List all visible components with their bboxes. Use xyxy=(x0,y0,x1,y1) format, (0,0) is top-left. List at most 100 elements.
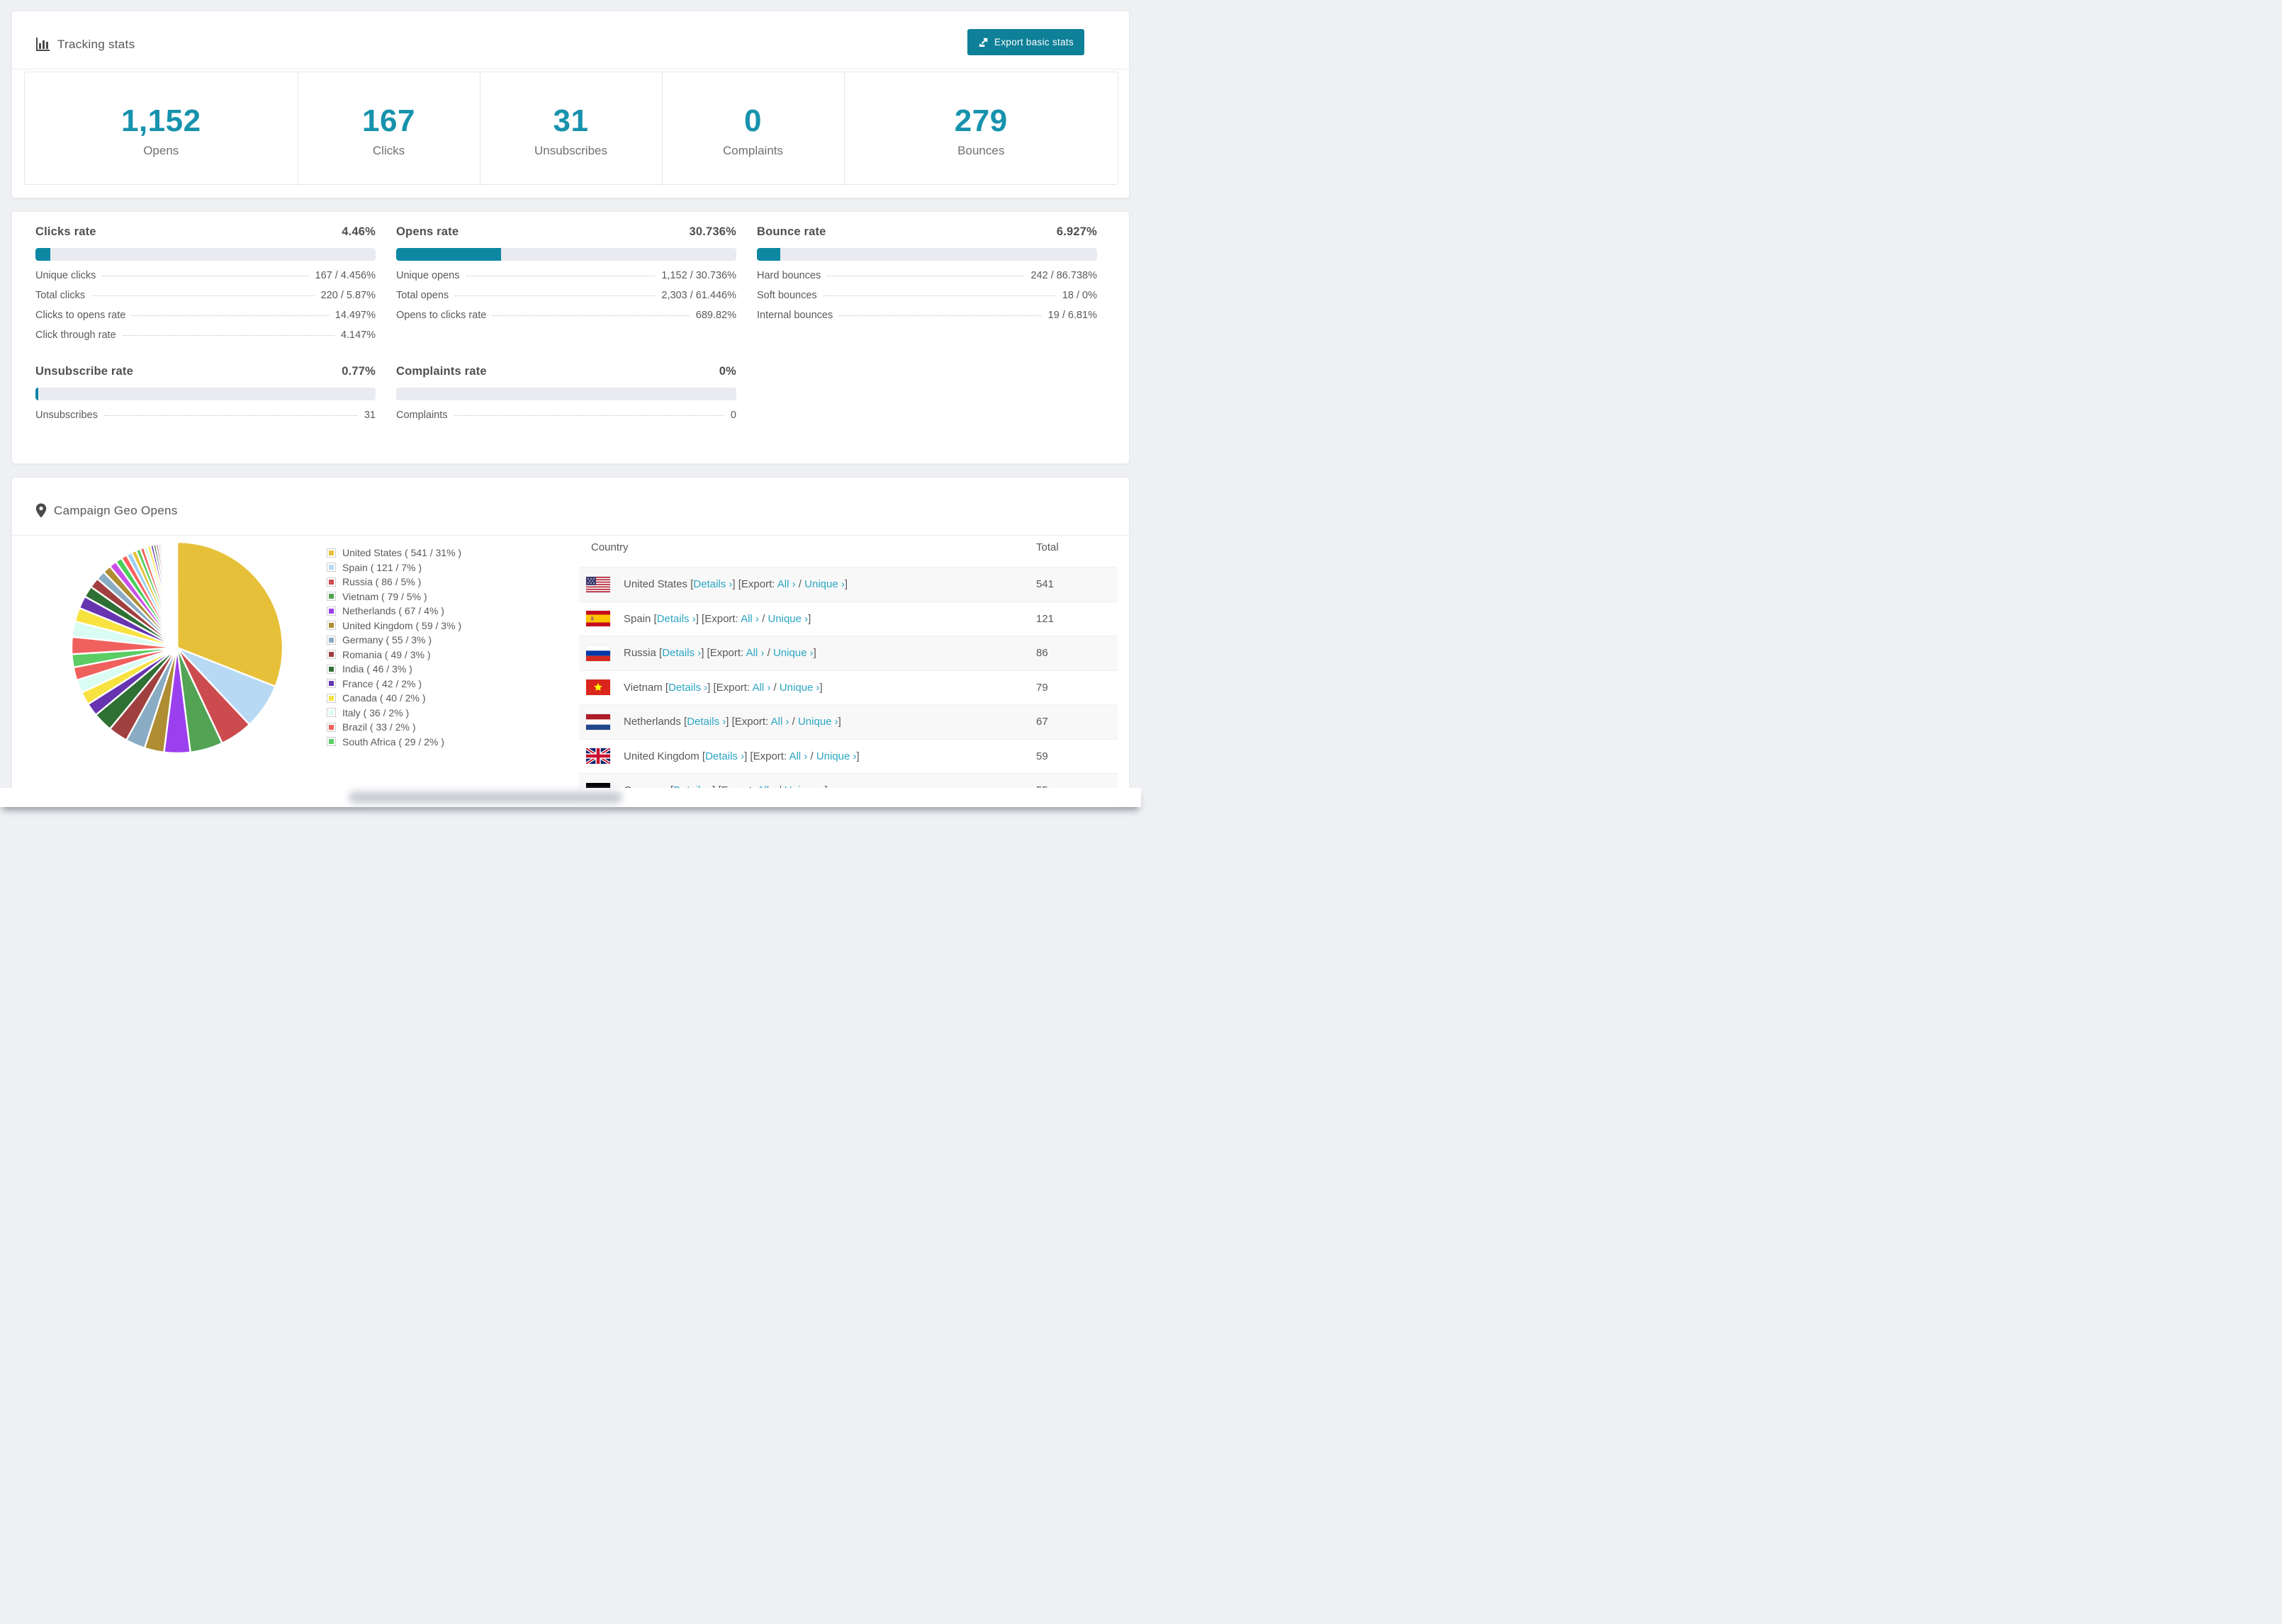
legend-swatch xyxy=(327,679,336,689)
export-unique-link[interactable]: Unique › xyxy=(804,578,845,590)
legend-label: Spain ( 121 / 7% ) xyxy=(342,561,422,573)
legend-item[interactable]: Germany ( 55 / 3% ) xyxy=(327,633,461,648)
rates-grid: Clicks rate 4.46% Unique clicks 167 / 4.456… xyxy=(35,225,1097,429)
rate-block-bounce-rate: Bounce rate 6.927% Hard bounces 242 / 86.73… xyxy=(757,225,1097,349)
legend-item[interactable]: Netherlands ( 67 / 4% ) xyxy=(327,604,461,619)
export-icon xyxy=(979,38,988,47)
detail-value: 14.497% xyxy=(335,310,376,321)
rate-value: 4.46% xyxy=(342,225,376,238)
geo-country-table: Country Total United States [Details ›] [… xyxy=(579,527,1118,808)
rate-block-complaints-rate: Complaints rate 0% Complaints 0 xyxy=(396,365,736,429)
legend-item[interactable]: United States ( 541 / 31% ) xyxy=(327,546,461,560)
legend-item[interactable]: Italy ( 36 / 2% ) xyxy=(327,706,461,721)
rate-detail-row: Unsubscribes 31 xyxy=(35,410,376,429)
detail-value: 167 / 4.456% xyxy=(315,270,376,281)
detail-label: Total clicks xyxy=(35,290,86,301)
flag-icon-es xyxy=(586,611,610,627)
legend-item[interactable]: India ( 46 / 3% ) xyxy=(327,662,461,677)
detail-label: Soft bounces xyxy=(757,290,817,301)
country-cell: United States [Details ›] [Export: All ›… xyxy=(624,578,848,591)
rate-progress-bar xyxy=(396,248,736,261)
rate-value: 0% xyxy=(719,365,736,378)
dotted-leader xyxy=(454,415,724,416)
rate-progress-fill xyxy=(35,248,51,261)
export-all-link[interactable]: All › xyxy=(771,716,789,728)
horizontal-scrollbar-thumb[interactable] xyxy=(349,791,622,803)
details-link[interactable]: Details › xyxy=(687,716,726,728)
dotted-leader xyxy=(91,295,315,296)
dotted-leader xyxy=(455,295,656,296)
rate-detail-row: Clicks to opens rate 14.497% xyxy=(35,310,376,329)
stat-value: 0 xyxy=(744,103,762,138)
export-unique-link[interactable]: Unique › xyxy=(768,613,808,625)
rate-title: Opens rate xyxy=(396,225,459,238)
legend-item[interactable]: Brazil ( 33 / 2% ) xyxy=(327,720,461,735)
rate-progress-fill xyxy=(35,388,38,400)
flag-icon-gb xyxy=(586,748,610,765)
table-row-vn: Vietnam [Details ›] [Export: All › / Uni… xyxy=(579,670,1118,705)
tracking-stats-title: Tracking stats xyxy=(35,37,135,52)
table-row-es: Spain [Details ›] [Export: All › / Uniqu… xyxy=(579,601,1118,636)
export-basic-stats-button[interactable]: Export basic stats xyxy=(967,29,1084,55)
detail-value: 2,303 / 61.446% xyxy=(661,290,736,301)
details-link[interactable]: Details › xyxy=(668,682,707,694)
legend-label: Vietnam ( 79 / 5% ) xyxy=(342,590,427,602)
country-cell: United Kingdom [Details ›] [Export: All … xyxy=(624,750,860,762)
detail-label: Clicks to opens rate xyxy=(35,310,126,321)
country-cell: Spain [Details ›] [Export: All › / Uniqu… xyxy=(624,612,811,625)
country-cell: Vietnam [Details ›] [Export: All › / Uni… xyxy=(624,681,823,694)
export-all-link[interactable]: All › xyxy=(789,750,807,762)
rate-title: Clicks rate xyxy=(35,225,96,238)
stat-value: 1,152 xyxy=(120,103,201,138)
export-unique-link[interactable]: Unique › xyxy=(816,750,857,762)
rate-value: 6.927% xyxy=(1056,225,1097,238)
legend-item[interactable]: United Kingdom ( 59 / 3% ) xyxy=(327,619,461,633)
rate-title: Bounce rate xyxy=(757,225,826,238)
detail-label: Hard bounces xyxy=(757,270,821,281)
table-row-nl: Netherlands [Details ›] [Export: All › /… xyxy=(579,704,1118,739)
dotted-leader xyxy=(493,315,690,316)
legend-item[interactable]: France ( 42 / 2% ) xyxy=(327,677,461,692)
details-link[interactable]: Details › xyxy=(662,647,701,659)
rate-detail-row: Unique clicks 167 / 4.456% xyxy=(35,270,376,290)
stat-box-clicks: 167 Clicks xyxy=(298,72,480,184)
legend-item[interactable]: Vietnam ( 79 / 5% ) xyxy=(327,590,461,604)
detail-value: 689.82% xyxy=(695,310,736,321)
legend-swatch xyxy=(327,592,336,602)
dotted-leader xyxy=(823,295,1056,296)
stat-label: Opens xyxy=(143,143,179,157)
export-all-link[interactable]: All › xyxy=(752,682,770,694)
export-unique-link[interactable]: Unique › xyxy=(780,682,820,694)
rate-progress-fill xyxy=(757,248,781,261)
export-unique-link[interactable]: Unique › xyxy=(773,647,814,659)
legend-swatch xyxy=(327,621,336,631)
map-pin-icon xyxy=(35,503,47,518)
bar-chart-icon xyxy=(36,38,50,51)
legend-label: United Kingdom ( 59 / 3% ) xyxy=(342,619,462,631)
rate-detail-row: Hard bounces 242 / 86.738% xyxy=(757,270,1097,290)
export-unique-link[interactable]: Unique › xyxy=(798,716,838,728)
rate-progress-fill xyxy=(396,248,501,261)
export-all-link[interactable]: All › xyxy=(741,613,759,625)
export-all-link[interactable]: All › xyxy=(746,647,765,659)
legend-swatch xyxy=(327,635,336,645)
legend-item[interactable]: Spain ( 121 / 7% ) xyxy=(327,560,461,575)
geo-table-header: Country Total xyxy=(579,527,1118,567)
legend-label: Brazil ( 33 / 2% ) xyxy=(342,721,416,733)
stat-box-opens: 1,152 Opens xyxy=(25,72,298,184)
export-all-link[interactable]: All › xyxy=(777,578,796,590)
dotted-leader xyxy=(132,315,329,316)
legend-item[interactable]: Romania ( 49 / 3% ) xyxy=(327,648,461,662)
table-row-ru: Russia [Details ›] [Export: All › / Uniq… xyxy=(579,636,1118,670)
details-link[interactable]: Details › xyxy=(657,613,696,625)
legend-swatch xyxy=(327,693,336,703)
rate-progress-bar xyxy=(35,248,376,261)
rate-detail-row: Soft bounces 18 / 0% xyxy=(757,290,1097,310)
details-link[interactable]: Details › xyxy=(693,578,732,590)
legend-item[interactable]: Russia ( 86 / 5% ) xyxy=(327,575,461,590)
details-link[interactable]: Details › xyxy=(705,750,744,762)
legend-item[interactable]: South Africa ( 29 / 2% ) xyxy=(327,735,461,750)
detail-value: 220 / 5.87% xyxy=(320,290,376,301)
legend-item[interactable]: Canada ( 40 / 2% ) xyxy=(327,691,461,706)
legend-label: France ( 42 / 2% ) xyxy=(342,677,422,689)
